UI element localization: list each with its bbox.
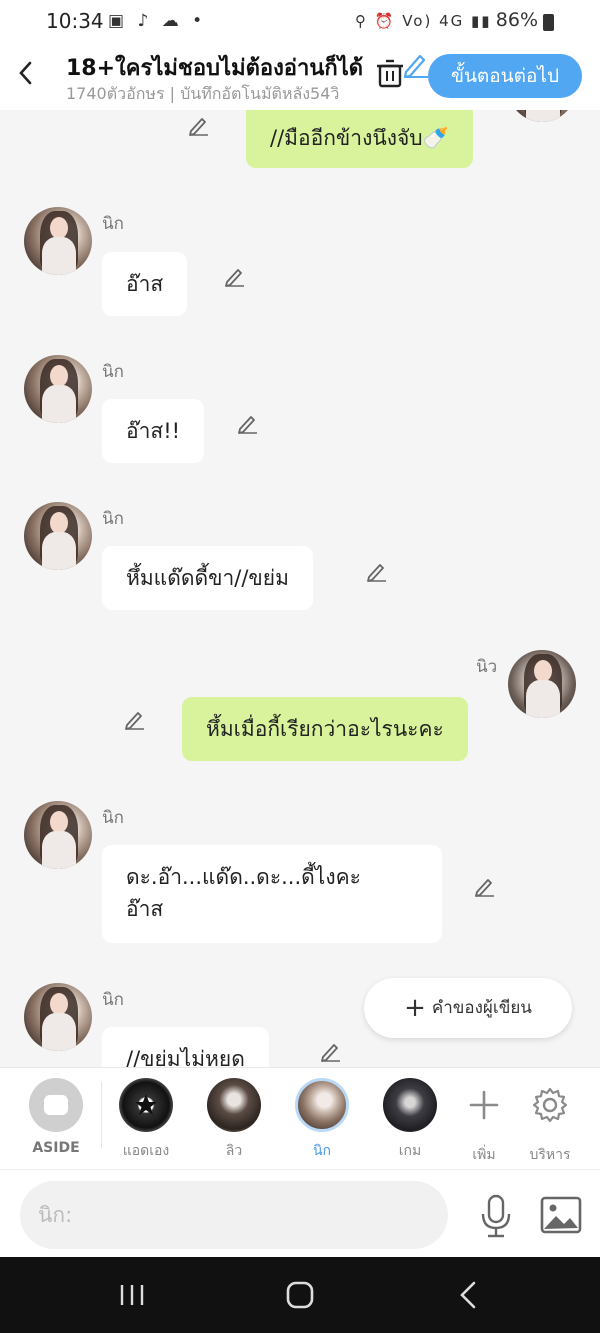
add-character-button[interactable]: เพิ่ม <box>452 1078 516 1166</box>
author-note-label: คำของผู้เขียน <box>431 998 532 1018</box>
edit-message-icon[interactable] <box>474 875 496 897</box>
avatar[interactable] <box>24 983 92 1051</box>
message-input[interactable] <box>20 1181 448 1249</box>
page-title: 18+ใครไม่ชอบไม่ต้องอ่านก็ได้ <box>66 56 364 81</box>
status-bar: 10:34 ▣ ♪ ☁ • ⚲ ⏰ Vo) 4G ▮▮ 86% <box>0 0 600 44</box>
character-label: ลิว <box>225 1143 243 1159</box>
character-label: ASIDE <box>32 1140 80 1156</box>
home-icon[interactable] <box>282 1277 318 1313</box>
battery-percent: 86% <box>495 9 538 31</box>
status-time: 10:34 <box>46 9 104 33</box>
avatar[interactable] <box>24 355 92 423</box>
avatar[interactable] <box>24 207 92 275</box>
battery-icon <box>543 14 554 31</box>
chat-area[interactable]: //มืออีกข้างนึงจับ🍼 นิก อ๊าส นิก อ๊าส!! … <box>0 110 600 1067</box>
avatar[interactable] <box>508 110 576 122</box>
character-bar: ASIDE แอดเอง ลิว นิก เกม เพิ่ม บริหาร <box>0 1067 600 1169</box>
avatar[interactable] <box>24 801 92 869</box>
plus-icon <box>469 1090 499 1120</box>
character-label: เพิ่ม <box>472 1147 496 1163</box>
message-bubble[interactable]: หึ้มแด๊ดดี้ขา//ขย่ม <box>102 546 313 610</box>
character-nik[interactable]: นิก <box>290 1078 354 1162</box>
next-step-button[interactable]: ขั้นตอนต่อไป <box>428 54 582 98</box>
character-game[interactable]: เกม <box>378 1078 442 1162</box>
microphone-icon[interactable] <box>478 1194 514 1238</box>
image-icon[interactable] <box>540 1196 582 1234</box>
character-aside[interactable]: ASIDE <box>24 1078 88 1156</box>
sender-name: นิก <box>102 808 124 828</box>
notification-icons: ▣ ♪ ☁ • <box>108 11 207 31</box>
aside-icon <box>29 1078 83 1132</box>
recent-apps-icon[interactable] <box>114 1277 150 1313</box>
character-label: เกม <box>398 1143 422 1159</box>
character-label: แอดเอง <box>122 1143 170 1159</box>
trash-icon[interactable] <box>376 58 404 88</box>
edit-message-icon[interactable] <box>320 1040 342 1062</box>
message-bubble[interactable]: อ๊าส <box>102 252 188 316</box>
page-subtitle: 1740ตัวอักษร | บันทึกอัตโนมัติหลัง54วิ <box>66 84 340 103</box>
edit-message-icon[interactable] <box>124 708 146 730</box>
avatar <box>207 1078 261 1132</box>
message-bubble[interactable]: ดะ.อ๊า...แด๊ด..ดะ...ดี้ไงคะ อ๊าส <box>102 845 442 943</box>
message-bubble[interactable]: อ๊าส!! <box>102 399 205 463</box>
manage-characters-button[interactable]: บริหาร <box>518 1078 582 1166</box>
sender-name: นิก <box>102 362 124 382</box>
plus-icon: + <box>404 993 426 1023</box>
divider <box>101 1082 102 1148</box>
gear-icon <box>532 1087 568 1123</box>
character-admin[interactable]: แอดเอง <box>114 1078 178 1162</box>
edit-message-icon[interactable] <box>366 560 388 582</box>
back-arrow-icon[interactable] <box>14 58 38 88</box>
edit-message-icon[interactable] <box>188 114 210 136</box>
edit-message-icon[interactable] <box>237 412 259 434</box>
edit-message-icon[interactable] <box>224 265 246 287</box>
avatar <box>119 1078 173 1132</box>
back-icon[interactable] <box>452 1277 488 1313</box>
input-bar <box>0 1169 600 1257</box>
avatar[interactable] <box>508 650 576 718</box>
avatar <box>383 1078 437 1132</box>
author-note-button[interactable]: + คำของผู้เขียน <box>364 978 572 1038</box>
character-label: นิก <box>312 1143 332 1159</box>
message-bubble[interactable]: //ขย่มไม่หยุด <box>102 1027 269 1067</box>
avatar <box>295 1078 349 1132</box>
sender-name: นิก <box>102 214 124 234</box>
message-bubble[interactable]: หึ้มเมื่อกี้เรียกว่าอะไรนะคะ <box>182 697 468 761</box>
system-icons: ⚲ ⏰ Vo) 4G ▮▮ <box>355 12 492 30</box>
message-bubble[interactable]: //มืออีกข้างนึงจับ🍼 <box>246 110 473 168</box>
system-nav-bar <box>0 1257 600 1333</box>
sender-name: นิก <box>102 990 124 1010</box>
edit-title-icon[interactable] <box>402 50 430 78</box>
sender-name: นิว <box>476 657 498 677</box>
avatar[interactable] <box>24 502 92 570</box>
header: 18+ใครไม่ชอบไม่ต้องอ่านก็ได้ 1740ตัวอักษ… <box>0 44 600 110</box>
character-liw[interactable]: ลิว <box>202 1078 266 1162</box>
sender-name: นิก <box>102 509 124 529</box>
character-label: บริหาร <box>529 1147 571 1163</box>
